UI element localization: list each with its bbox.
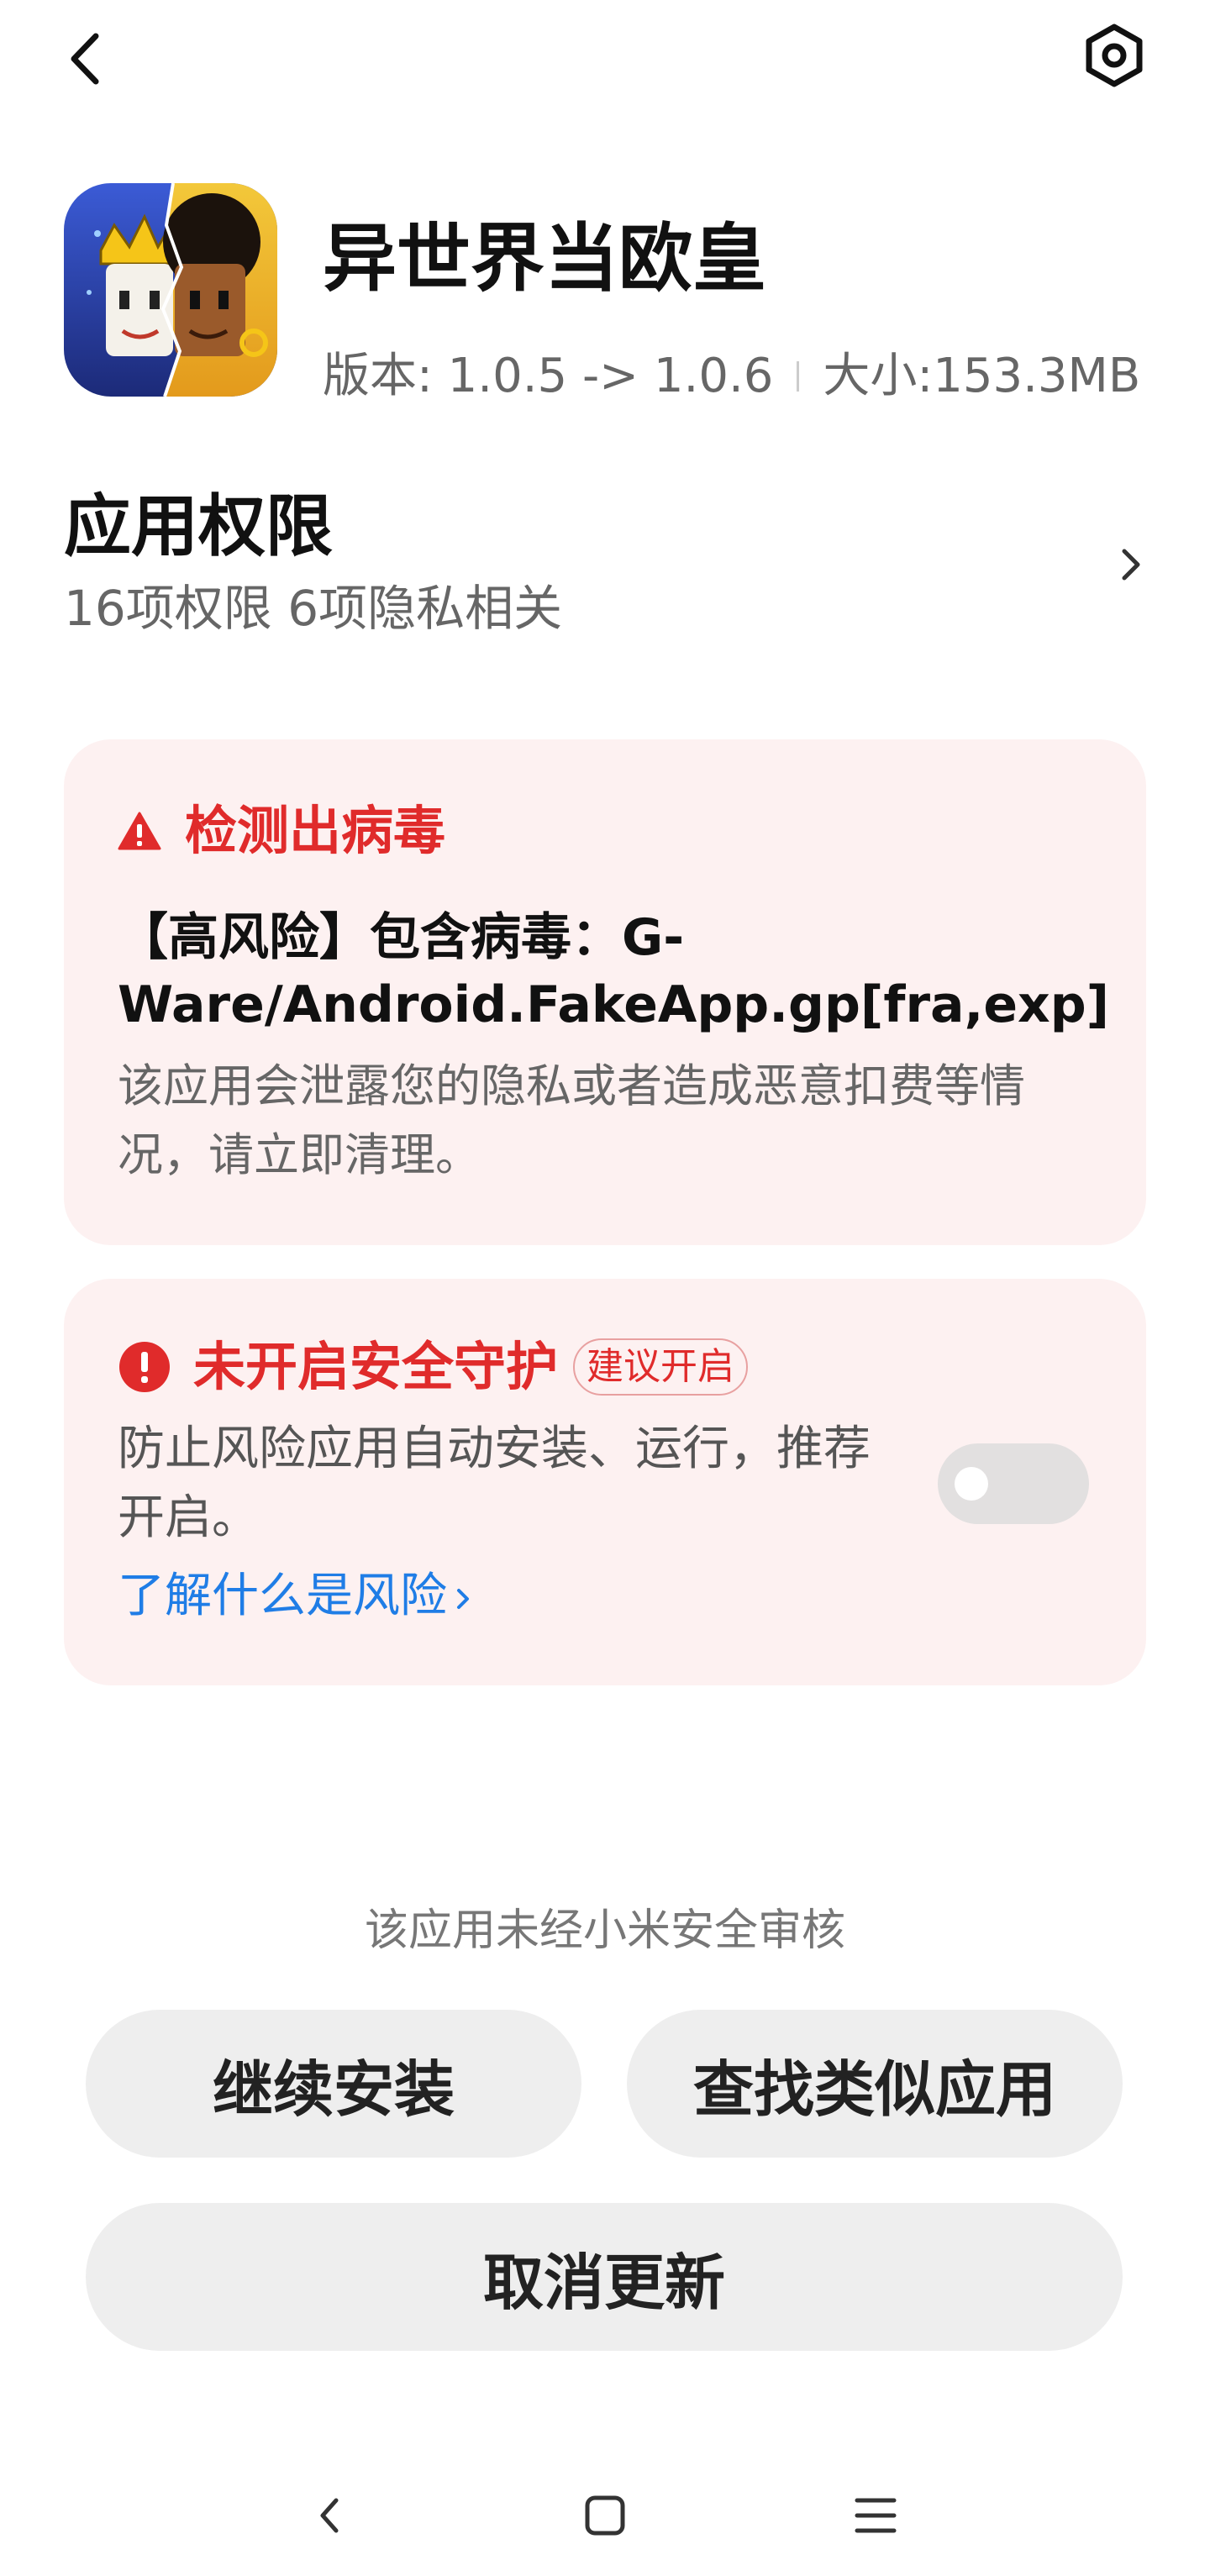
nav-back-button[interactable] (296, 2482, 363, 2549)
chevron-right-icon (1122, 549, 1140, 581)
back-button[interactable] (50, 25, 118, 92)
learn-risk-link[interactable]: 了解什么是风险 (118, 1563, 474, 1630)
recommend-badge: 建议开启 (573, 1338, 749, 1396)
app-name: 异世界当欧皇 (323, 215, 767, 302)
app-icon (64, 183, 277, 397)
permissions-title: 应用权限 (64, 487, 333, 565)
virus-header: 检测出病毒 (118, 795, 445, 867)
exclamation-circle-icon (119, 1342, 170, 1392)
chevron-left-icon (71, 33, 99, 85)
app-permissions-row[interactable]: 应用权限 16项权限 6项隐私相关 (64, 481, 1148, 649)
protection-title: 未开启安全守护 (193, 1336, 559, 1397)
nav-menu-button[interactable] (842, 2482, 909, 2549)
security-notice: 该应用未经小米安全审核 (364, 1906, 845, 1956)
cancel-update-button[interactable]: 取消更新 (86, 2203, 1123, 2351)
install-warning-screen: 异世界当欧皇 版本: 1.0.5 -> 1.0.6 大小:153.3MB 应用权… (0, 0, 1210, 2576)
hexagon-gear-icon (1086, 24, 1143, 87)
app-version: 版本: 1.0.5 -> 1.0.6 (323, 349, 774, 403)
learn-risk-label: 了解什么是风险 (118, 1569, 447, 1623)
find-similar-apps-button[interactable]: 查找类似应用 (627, 2010, 1123, 2158)
warning-triangle-icon (118, 812, 161, 850)
permissions-summary: 16项权限 6项隐私相关 (64, 580, 563, 637)
nav-back-icon (320, 2498, 339, 2533)
virus-description: 该应用会泄露您的隐私或者造成恶意扣费等情况，请立即清理。 (118, 1059, 1025, 1181)
toggle-knob (955, 1467, 988, 1501)
chevron-right-icon (457, 1588, 469, 1609)
app-size: 大小:153.3MB (823, 349, 1141, 403)
system-nav-bar (0, 2453, 1210, 2576)
continue-install-button[interactable]: 继续安装 (86, 2010, 581, 2158)
nav-home-button[interactable] (571, 2482, 639, 2549)
meta-divider (797, 361, 800, 392)
virus-detail: 【高风险】包含病毒：G-Ware/Android.FakeApp.gp[fra,… (118, 908, 1110, 1034)
virus-warning-card: 检测出病毒 【高风险】包含病毒：G-Ware/Android.FakeApp.g… (64, 739, 1146, 1245)
protection-header: 未开启安全守护 建议开启 (118, 1331, 749, 1403)
nav-home-icon (585, 2495, 625, 2536)
app-meta: 版本: 1.0.5 -> 1.0.6 大小:153.3MB (323, 343, 1140, 410)
protection-card: 未开启安全守护 建议开启 防止风险应用自动安装、运行，推荐开启。 了解什么是风险 (64, 1279, 1146, 1685)
protection-toggle[interactable] (938, 1443, 1089, 1524)
virus-title: 检测出病毒 (185, 800, 446, 861)
protection-description: 防止风险应用自动安装、运行，推荐开启。 (118, 1422, 871, 1545)
nav-menu-icon (855, 2498, 897, 2533)
settings-button[interactable] (1081, 22, 1148, 89)
